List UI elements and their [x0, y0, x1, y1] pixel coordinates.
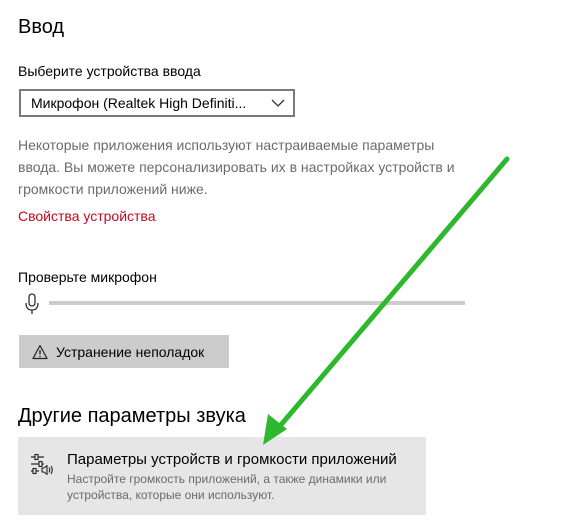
microphone-level-meter [49, 301, 465, 305]
warning-icon [32, 344, 48, 359]
troubleshoot-button[interactable]: Устранение неполадок [19, 335, 229, 368]
annotation-arrow-shaft [271, 156, 510, 436]
chevron-down-icon [271, 99, 285, 107]
device-properties-link[interactable]: Свойства устройства [18, 208, 156, 224]
input-device-selected-value: Микрофон (Realtek High Definiti... [31, 95, 247, 111]
microphone-icon [25, 293, 39, 314]
sound-settings-page: Ввод Выберите устройства ввода Микрофон … [0, 0, 578, 531]
test-microphone-label: Проверьте микрофон [18, 269, 157, 285]
input-device-select[interactable]: Микрофон (Realtek High Definiti... [19, 89, 295, 117]
sliders-speaker-icon [31, 453, 53, 476]
other-sound-options-title: Другие параметры звука [18, 405, 246, 427]
input-section-title: Ввод [18, 16, 65, 38]
app-volume-title: Параметры устройств и громкости приложен… [67, 451, 397, 468]
input-device-select-label: Выберите устройства ввода [18, 63, 201, 79]
app-volume-subtitle: Настройте громкость приложений, а также … [67, 472, 387, 502]
app-volume-device-preferences-button[interactable]: Параметры устройств и громкости приложен… [18, 437, 426, 515]
troubleshoot-button-label: Устранение неполадок [56, 343, 205, 360]
input-description: Некоторые приложения используют настраив… [18, 137, 455, 197]
